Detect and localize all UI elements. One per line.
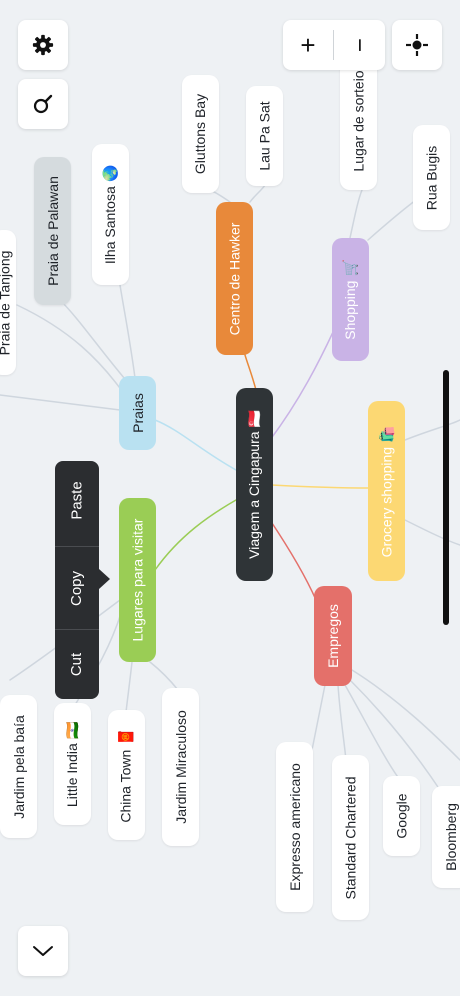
zoom-out-label: − [346, 37, 374, 53]
crosshair-icon [406, 34, 428, 56]
central-node-label: Viagem a Cingapura 🇸🇬 [246, 410, 263, 559]
leaf-label: Expresso americano [286, 763, 303, 891]
link-hawker [244, 354, 257, 391]
category-empregos-label: Empregos [325, 604, 341, 668]
collapse-button[interactable] [18, 926, 68, 976]
leaf-lau-pa-sat[interactable]: Lau Pa Sat [246, 86, 283, 186]
leaf-label: Google [393, 793, 410, 839]
leaf-label: Praia de Palawan [44, 176, 61, 286]
category-hawker-label: Centro de Hawker [226, 222, 243, 335]
category-grocery[interactable]: Grocery shopping 🛍️ [368, 401, 405, 581]
leaf-google[interactable]: Google [383, 776, 420, 856]
leaf-ilha-sentosa[interactable]: Ilha Santosa 🌏 [92, 144, 129, 285]
leaf-label: Standard Chartered [342, 776, 359, 899]
leaf-bloomberg[interactable]: Bloomberg [432, 786, 460, 888]
category-shopping-label: Shopping 🛒 [342, 259, 358, 340]
leaf-praia-tanjong[interactable]: Praia de Tanjong [0, 230, 16, 375]
leaf-label: Bloomberg [442, 803, 459, 871]
menu-cut[interactable]: Cut [55, 630, 99, 699]
category-grocery-label: Grocery shopping 🛍️ [378, 425, 395, 557]
central-node[interactable]: Viagem a Cingapura 🇸🇬 [236, 388, 273, 581]
leaf-label: Rua Bugis [423, 145, 440, 210]
leaf-label: Little India 🇮🇳 [64, 721, 80, 807]
zoom-out-button[interactable]: − [334, 20, 385, 70]
context-menu: Paste Copy Cut [55, 461, 99, 699]
zoom-in-label: + [300, 29, 316, 60]
chevron-down-icon [33, 946, 53, 956]
menu-copy[interactable]: Copy [55, 547, 99, 629]
recenter-button[interactable] [392, 20, 442, 70]
search-button[interactable] [18, 79, 68, 129]
leaf-expresso-americano[interactable]: Expresso americano [276, 742, 313, 912]
link-shopping [269, 329, 335, 441]
leaf-china-town[interactable]: China Town 🧧 [108, 710, 145, 840]
category-praias[interactable]: Praias [119, 376, 156, 450]
leaf-lugar-sorteio[interactable]: Lugar de sorteio [340, 52, 377, 190]
menu-cut-label: Cut [68, 652, 86, 677]
leaf-label: Jardim pela baía [10, 714, 27, 819]
link-lugares [154, 499, 237, 571]
context-menu-pointer [99, 569, 110, 589]
leaf-jardim-baia[interactable]: Jardim pela baía [0, 695, 37, 838]
leaf-jardim-miraculoso[interactable]: Jardim Miraculoso [162, 688, 199, 846]
scroll-indicator[interactable] [443, 370, 449, 625]
menu-paste[interactable]: Paste [55, 461, 99, 539]
category-shopping[interactable]: Shopping 🛒 [332, 238, 369, 361]
leaf-label: Lugar de sorteio [350, 70, 367, 172]
leaf-little-india[interactable]: Little India 🇮🇳 [54, 703, 91, 825]
leaf-gluttons-bay[interactable]: Gluttons Bay [182, 75, 219, 193]
leaf-rua-bugis[interactable]: Rua Bugis [413, 125, 450, 230]
gear-icon [32, 34, 54, 56]
category-lugares-label: Lugares para visitar [129, 518, 146, 642]
leaf-standard-chartered[interactable]: Standard Chartered [332, 755, 369, 920]
leaf-label: Praia de Tanjong [0, 250, 13, 355]
search-icon [33, 94, 53, 114]
settings-button[interactable] [18, 20, 68, 70]
menu-paste-label: Paste [68, 480, 86, 520]
link-grocery [271, 484, 371, 489]
leaf-label: Ilha Santosa 🌏 [102, 164, 118, 265]
link-praias [154, 419, 237, 471]
leaf-label: Jardim Miraculoso [172, 710, 189, 824]
category-empregos[interactable]: Empregos [314, 586, 352, 686]
leaf-label: Gluttons Bay [192, 93, 209, 175]
leaf-label: China Town 🧧 [118, 727, 135, 823]
leaf-label: Lau Pa Sat [256, 101, 273, 171]
category-praias-label: Praias [129, 393, 146, 433]
zoom-in-button[interactable]: + [283, 20, 333, 70]
link-empregos [269, 519, 317, 601]
category-hawker[interactable]: Centro de Hawker [216, 202, 253, 355]
category-lugares[interactable]: Lugares para visitar [119, 498, 156, 662]
leaf-praia-palawan[interactable]: Praia de Palawan [34, 157, 71, 305]
menu-copy-label: Copy [68, 570, 86, 606]
zoom-control: + − [283, 20, 385, 70]
